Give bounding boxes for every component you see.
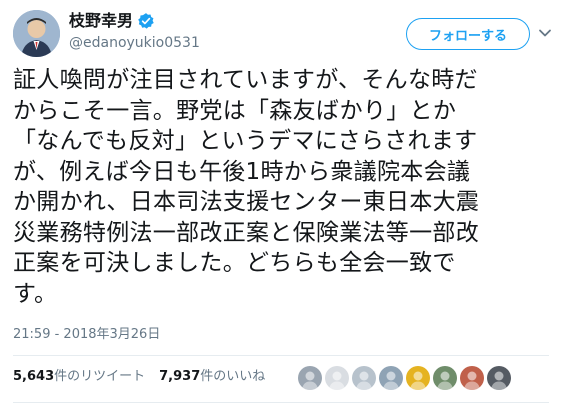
retweet-count-value: 5,643 (13, 369, 55, 384)
liker-avatar[interactable] (325, 366, 349, 390)
verified-badge-icon (138, 13, 154, 29)
tweet-text-line: 正案を可決しました。どちらも全会一致で (13, 250, 456, 276)
tweet-timestamp[interactable]: 21:59 - 2018年3月26日 (13, 326, 160, 344)
liker-avatar[interactable] (487, 366, 511, 390)
chevron-down-icon[interactable] (538, 26, 552, 40)
tweet-text-line: が、例えば今日も午後1時から衆議院本会議 (13, 158, 471, 185)
tweet-text-line: か開かれ、日本司法支援センター東日本大震 (13, 189, 480, 215)
avatar[interactable] (13, 10, 60, 57)
tweet-text-line: 証人喚問が注目されていますが、そんな時だ (13, 67, 478, 93)
tweet-text-line: 災業務特例法一部改正案と保険業法等一部改 (13, 219, 479, 246)
like-count-value: 7,937 (159, 369, 201, 384)
divider (13, 402, 549, 403)
like-count-label: 件のいいね (200, 369, 266, 384)
tweet-text-line: からこそ一言。野党は「森友ばかり」とか (13, 97, 457, 124)
divider (13, 355, 549, 356)
retweet-count[interactable]: 5,643件のリツイート (13, 368, 145, 386)
display-name[interactable]: 枝野幸男 (69, 10, 133, 32)
liker-avatar[interactable] (379, 366, 403, 390)
tweet-text: 証人喚問が注目されていますが、そんな時だ からこそ一言。野党は「森友ばかり」とか… (13, 65, 553, 309)
liker-avatar[interactable] (298, 366, 322, 390)
user-handle[interactable]: @edanoyukio0531 (69, 33, 200, 53)
liker-avatar[interactable] (406, 366, 430, 390)
liker-avatar[interactable] (352, 366, 376, 390)
tweet-stats: 5,643件のリツイート 7,937件のいいね (13, 368, 279, 386)
tweet-text-line: 「なんでも反対」というデマにさらされます (13, 128, 478, 154)
liker-avatar[interactable] (460, 366, 484, 390)
follow-button[interactable]: フォローする (406, 18, 530, 50)
liker-avatars (298, 366, 514, 390)
tweet-card: 枝野幸男 @edanoyukio0531 フォローする 証人喚問が注目されていま… (0, 0, 562, 414)
retweet-count-label: 件のリツイート (54, 369, 146, 384)
name-row: 枝野幸男 (69, 10, 155, 32)
tweet-text-line: す。 (13, 280, 58, 307)
liker-avatar[interactable] (433, 366, 457, 390)
like-count[interactable]: 7,937件のいいね (159, 368, 265, 386)
